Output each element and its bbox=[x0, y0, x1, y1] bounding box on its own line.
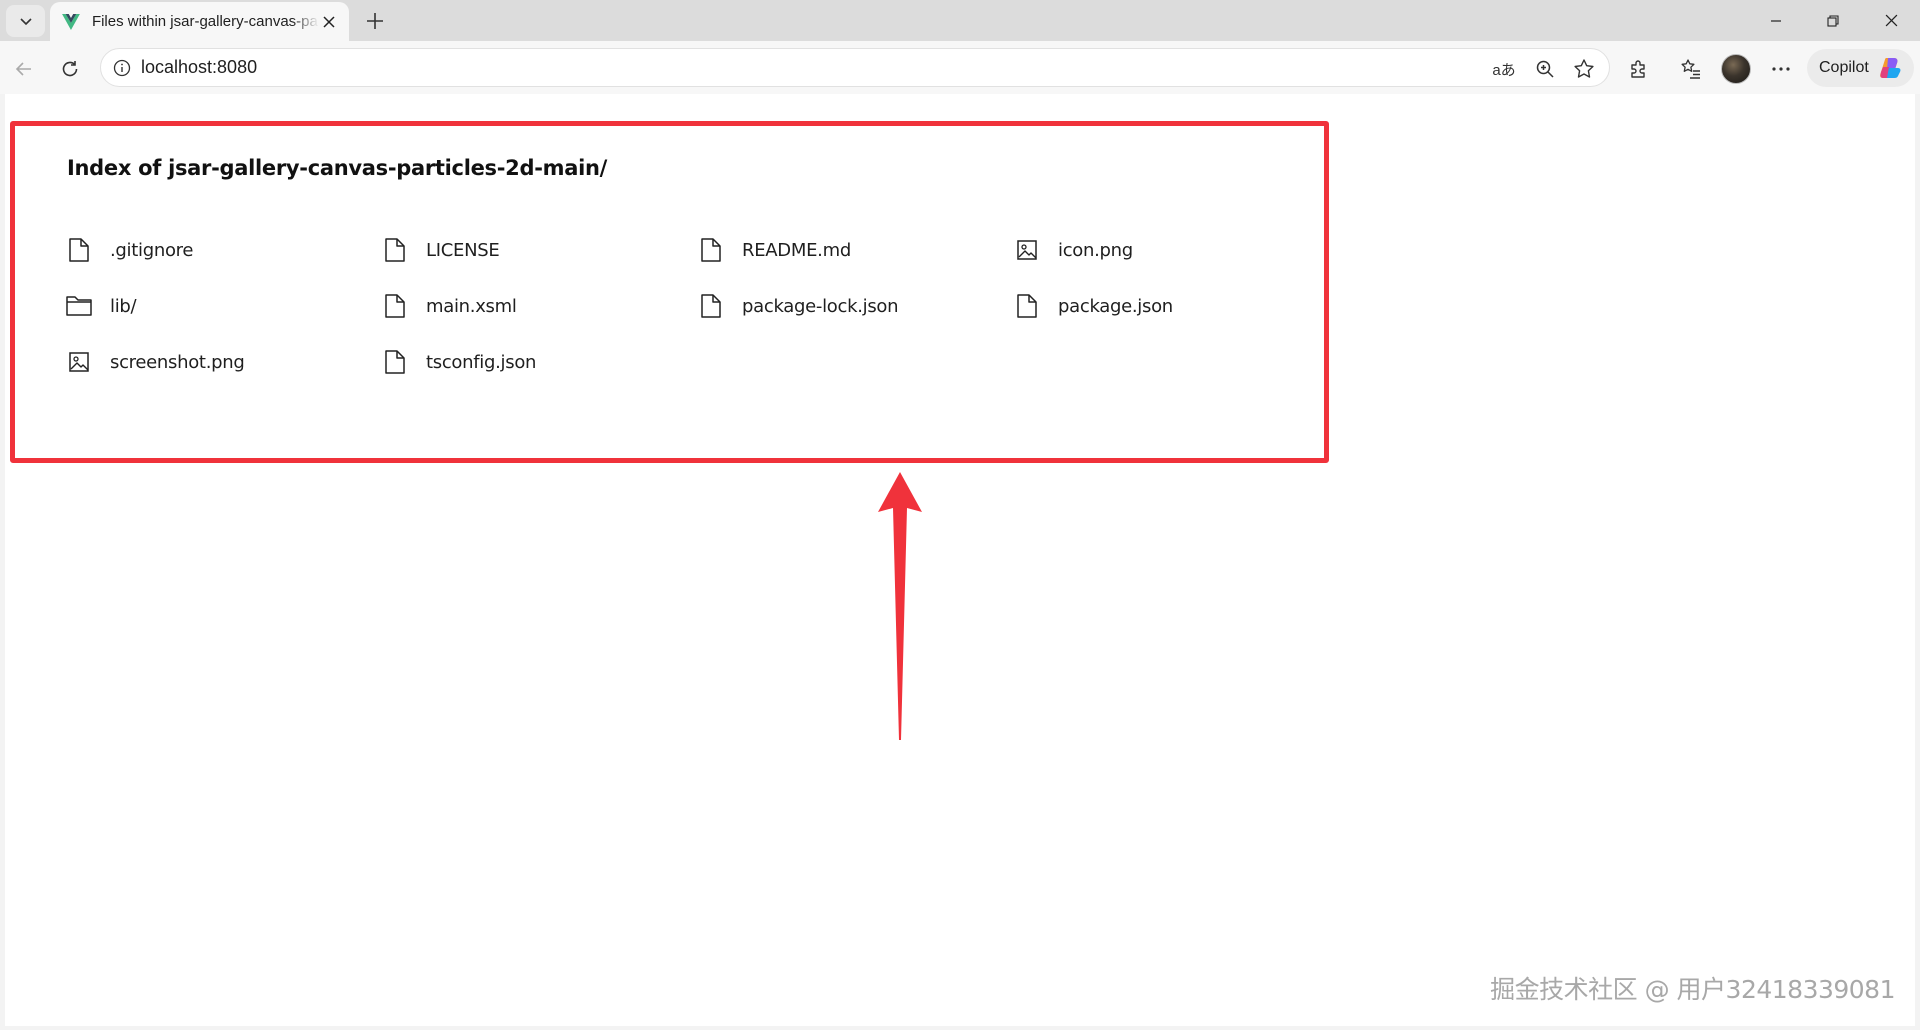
more-icon bbox=[1772, 67, 1790, 71]
tab-close-button[interactable] bbox=[319, 12, 339, 32]
tab-strip: Files within jsar-gallery-canvas-pa bbox=[0, 0, 1920, 41]
file-list: .gitignore LICENSE README.md icon.png lib/ma… bbox=[65, 230, 1315, 398]
file-list-item[interactable]: main.xsml bbox=[381, 286, 697, 326]
file-icon bbox=[697, 236, 725, 264]
file-list-item[interactable]: lib/ bbox=[65, 286, 381, 326]
file-list-item[interactable]: README.md bbox=[697, 230, 1013, 270]
file-name-link[interactable]: screenshot.png bbox=[110, 352, 245, 373]
file-name-link[interactable]: lib/ bbox=[110, 296, 137, 317]
restore-button[interactable] bbox=[1804, 0, 1862, 41]
image-icon bbox=[1013, 236, 1041, 264]
file-name-link[interactable]: tsconfig.json bbox=[426, 352, 536, 373]
info-icon bbox=[113, 59, 131, 76]
tab-title: Files within jsar-gallery-canvas-pa bbox=[91, 13, 318, 30]
back-button[interactable] bbox=[7, 52, 41, 86]
file-icon bbox=[65, 236, 93, 264]
refresh-icon bbox=[62, 61, 78, 77]
plus-icon bbox=[367, 13, 383, 29]
file-list-item[interactable]: package-lock.json bbox=[697, 286, 1013, 326]
close-icon bbox=[1885, 14, 1897, 27]
arrow-left-icon bbox=[15, 62, 31, 76]
file-icon bbox=[381, 292, 409, 320]
file-name-link[interactable]: package-lock.json bbox=[742, 296, 899, 317]
settings-more-button[interactable] bbox=[1764, 52, 1798, 86]
new-tab-button[interactable] bbox=[360, 6, 390, 36]
tab-actions-menu-button[interactable] bbox=[6, 5, 45, 37]
favorite-star-icon[interactable] bbox=[1571, 56, 1597, 82]
puzzle-icon bbox=[1631, 60, 1645, 78]
file-name-link[interactable]: main.xsml bbox=[426, 296, 517, 317]
minimize-button[interactable] bbox=[1747, 0, 1805, 41]
file-icon bbox=[697, 292, 725, 320]
browser-toolbar: localhost:8080 aあ Copilot bbox=[0, 41, 1920, 94]
favorites-list-icon bbox=[1681, 59, 1700, 79]
file-name-link[interactable]: icon.png bbox=[1058, 240, 1133, 261]
favorites-button[interactable] bbox=[1674, 52, 1708, 86]
chevron-down-icon bbox=[19, 18, 32, 26]
close-icon bbox=[323, 15, 335, 28]
read-aloud-icon[interactable]: aあ bbox=[1491, 56, 1517, 82]
file-name-link[interactable]: LICENSE bbox=[426, 240, 500, 261]
copilot-button[interactable]: Copilot bbox=[1807, 49, 1914, 87]
url-text[interactable]: localhost:8080 bbox=[141, 57, 257, 78]
copilot-label: Copilot bbox=[1819, 59, 1869, 76]
file-icon bbox=[1013, 292, 1041, 320]
minimize-icon bbox=[1771, 19, 1781, 22]
zoom-icon[interactable] bbox=[1532, 56, 1558, 82]
watermark: 掘金技术社区 @ 用户32418339081 bbox=[1490, 975, 1895, 1004]
file-name-link[interactable]: package.json bbox=[1058, 296, 1173, 317]
image-icon bbox=[65, 348, 93, 376]
address-bar[interactable]: localhost:8080 aあ bbox=[100, 48, 1610, 87]
file-icon bbox=[381, 348, 409, 376]
file-list-item[interactable]: icon.png bbox=[1013, 230, 1329, 270]
restore-icon bbox=[1827, 14, 1839, 27]
folder-icon bbox=[65, 292, 93, 320]
page-title: Index of jsar-gallery-canvas-particles-2… bbox=[67, 156, 607, 180]
file-list-item[interactable]: .gitignore bbox=[65, 230, 381, 270]
profile-avatar[interactable] bbox=[1721, 54, 1751, 84]
file-list-item[interactable]: package.json bbox=[1013, 286, 1329, 326]
refresh-button[interactable] bbox=[53, 52, 87, 86]
file-list-item[interactable]: screenshot.png bbox=[65, 342, 381, 382]
file-name-link[interactable]: README.md bbox=[742, 240, 851, 261]
active-tab[interactable]: Files within jsar-gallery-canvas-pa bbox=[50, 2, 349, 41]
vue-logo-icon bbox=[62, 13, 80, 30]
file-name-link[interactable]: .gitignore bbox=[110, 240, 193, 261]
file-icon bbox=[381, 236, 409, 264]
file-list-item[interactable]: tsconfig.json bbox=[381, 342, 697, 382]
extensions-button[interactable] bbox=[1622, 52, 1656, 86]
file-list-item[interactable]: LICENSE bbox=[381, 230, 697, 270]
annotation-arrow-icon bbox=[878, 472, 922, 740]
close-window-button[interactable] bbox=[1862, 0, 1920, 41]
copilot-logo-icon bbox=[1879, 58, 1901, 79]
